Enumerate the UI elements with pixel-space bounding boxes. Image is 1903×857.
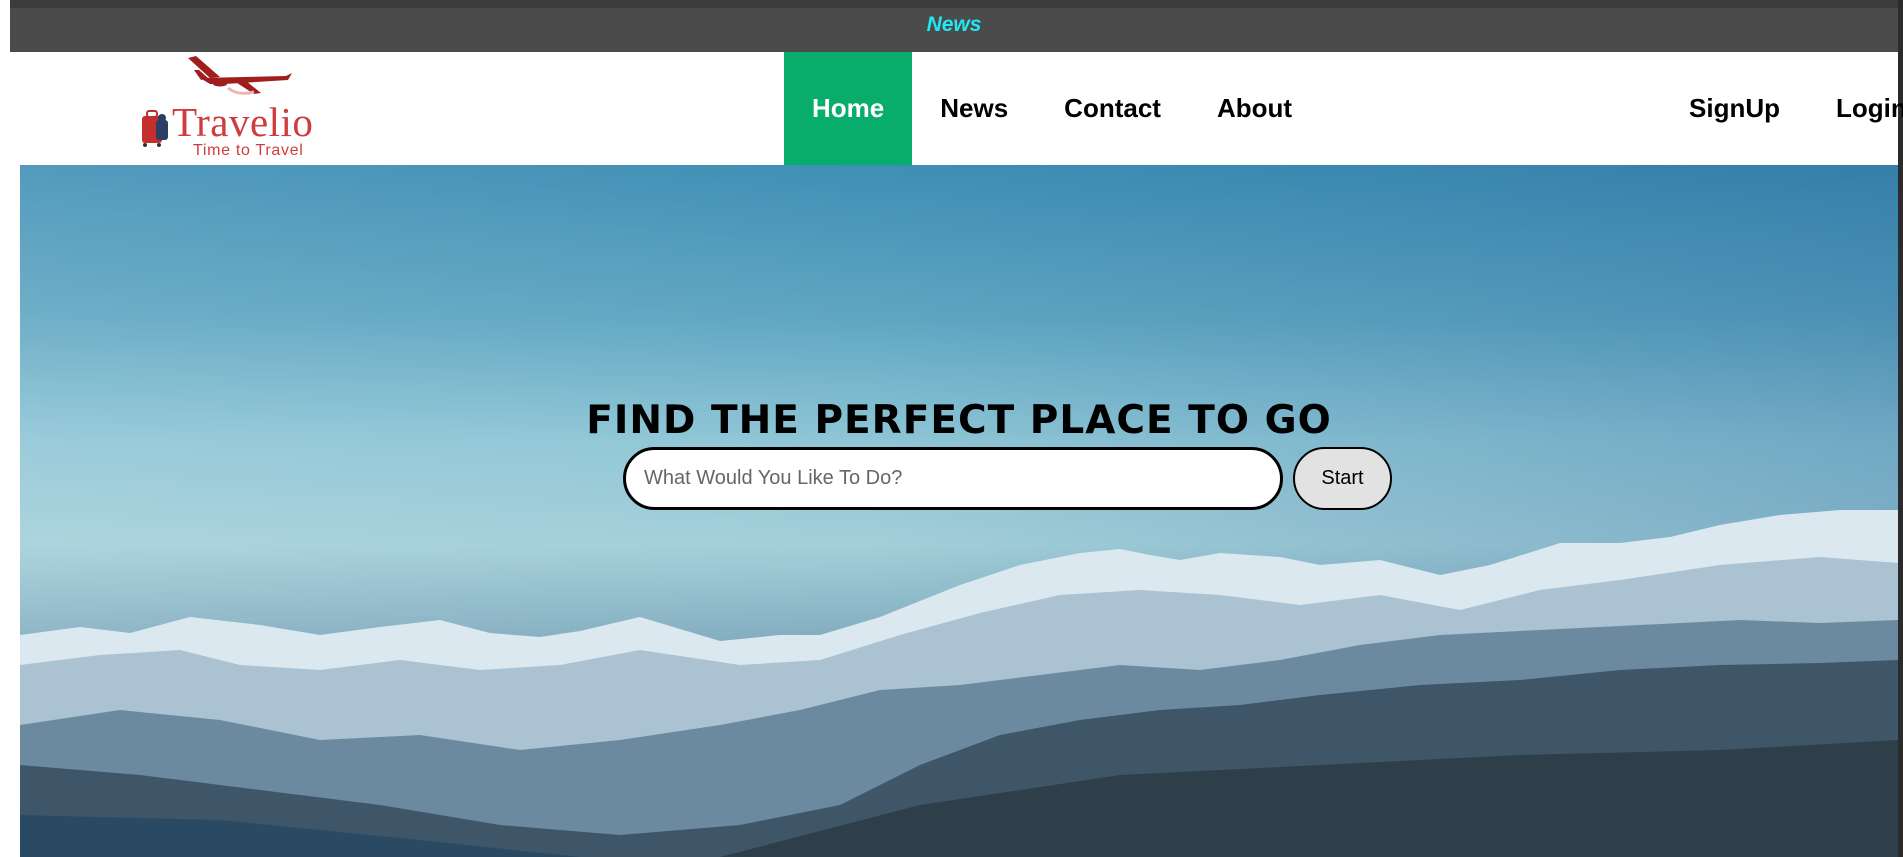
search-input[interactable] — [623, 447, 1283, 510]
news-bar: News — [10, 8, 1898, 52]
start-button[interactable]: Start — [1293, 447, 1392, 510]
nav-contact[interactable]: Contact — [1036, 52, 1189, 165]
signup-link[interactable]: SignUp — [1661, 52, 1808, 165]
hero-title: FIND THE PERFECT PLACE TO GO — [586, 398, 1332, 444]
nav-about[interactable]: About — [1189, 52, 1320, 165]
nav-news[interactable]: News — [912, 52, 1036, 165]
login-link[interactable]: Login — [1808, 52, 1903, 165]
browser-top-strip — [0, 0, 1903, 8]
brand-logo[interactable]: Travelio Time to Travel — [128, 54, 348, 159]
mountain-landscape-image — [20, 510, 1898, 857]
brand-tagline: Time to Travel — [193, 142, 304, 159]
news-bar-link[interactable]: News — [927, 8, 982, 42]
auth-nav: SignUp Login — [1661, 52, 1903, 165]
navbar: Travelio Time to Travel Home News Contac… — [10, 52, 1903, 165]
brand-name: Travelio — [172, 99, 314, 145]
left-edge — [0, 0, 10, 857]
main-nav: Home News Contact About — [784, 52, 1320, 165]
hero-section: FIND THE PERFECT PLACE TO GO Start — [20, 165, 1898, 857]
nav-home[interactable]: Home — [784, 52, 913, 165]
